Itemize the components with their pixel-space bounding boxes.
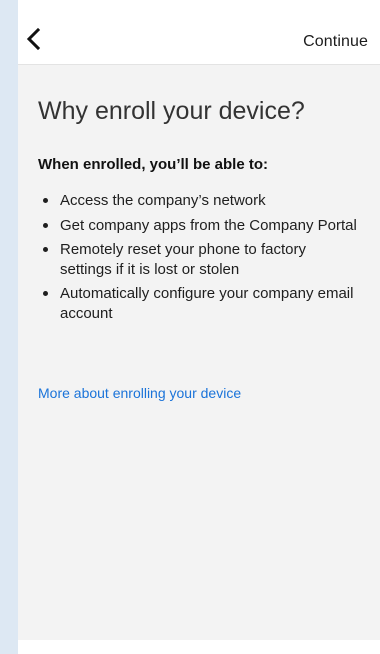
- continue-button[interactable]: Continue: [303, 33, 368, 51]
- bullet-icon: [43, 198, 48, 203]
- page-title: Why enroll your device?: [38, 97, 305, 125]
- list-item: Automatically configure your company ema…: [38, 284, 358, 323]
- main-content: Why enroll your device? When enrolled, y…: [18, 65, 380, 640]
- list-item-text: Get company apps from the Company Portal: [60, 216, 357, 234]
- more-about-enrolling-link[interactable]: More about enrolling your device: [38, 385, 241, 401]
- bullet-icon: [43, 222, 48, 228]
- list-item-text: Access the company’s network: [60, 192, 266, 209]
- list-item: Remotely reset your phone to factory set…: [38, 240, 358, 279]
- list-item: Access the company’s network: [38, 191, 358, 211]
- bullet-icon: [43, 247, 48, 252]
- navigation-bar: Continue: [18, 0, 380, 65]
- bottom-area: [18, 640, 380, 654]
- list-item: Get company apps from the Company Portal: [38, 216, 358, 236]
- list-item-text: Remotely reset your phone to factory set…: [60, 241, 306, 278]
- list-item-text: Automatically configure your company ema…: [60, 285, 354, 322]
- bullet-icon: [43, 291, 48, 296]
- benefits-list: Access the company’s network Get company…: [38, 191, 358, 328]
- enroll-screen: Continue Why enroll your device? When en…: [0, 0, 380, 654]
- back-button[interactable]: [24, 27, 52, 57]
- chevron-left-icon: [26, 27, 41, 51]
- benefits-heading: When enrolled, you’ll be able to:: [38, 156, 269, 173]
- left-edge-strip: [0, 0, 18, 654]
